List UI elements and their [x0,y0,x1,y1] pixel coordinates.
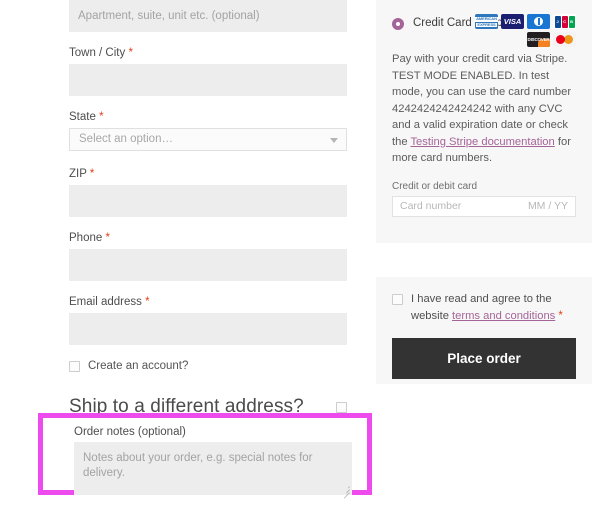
email-input[interactable] [69,313,347,345]
terms-checkbox[interactable] [392,294,403,305]
terms-agreement-row[interactable]: I have read and agree to the website ter… [392,291,576,324]
zip-label: ZIP * [69,168,95,180]
billing-form-column: Apartment, suite, unit etc. (optional) T… [69,0,347,419]
terms-and-conditions-link[interactable]: terms and conditions [452,310,555,322]
order-notes-label: Order notes (optional) [74,426,186,438]
email-field-group: Email address * [69,295,347,345]
email-required-mark: * [145,296,150,308]
accepted-cards-list: AMERICAN EXPRESS VISA JCB DISCOVER [472,14,576,47]
jcb-card-icon: JCB [553,14,576,29]
checkout-page: Apartment, suite, unit etc. (optional) T… [0,0,600,505]
apartment-input[interactable]: Apartment, suite, unit etc. (optional) [69,0,347,32]
terms-text: I have read and agree to the website ter… [411,291,576,324]
email-label: Email address * [69,296,150,308]
card-entry-group: Credit or debit card Card number MM / YY [392,181,576,217]
amex-card-icon: AMERICAN EXPRESS [475,14,498,29]
terms-required-mark: * [558,309,563,322]
diners-club-card-icon [527,14,550,29]
zip-field-group: ZIP * [69,167,347,217]
apartment-field-group: Apartment, suite, unit etc. (optional) [69,0,347,32]
card-expiry-placeholder: MM / YY [527,200,568,212]
order-notes-textarea[interactable]: Notes about your order, e.g. special not… [74,442,352,499]
create-account-checkbox[interactable] [69,360,80,372]
ship-different-address-checkbox[interactable] [336,401,347,413]
chevron-down-icon [330,138,338,143]
visa-card-icon: VISA [501,14,524,29]
card-number-placeholder: Card number [400,200,462,212]
place-order-button[interactable]: Place order [392,338,576,379]
order-notes-highlight-box: Order notes (optional) Notes about your … [38,413,372,499]
town-city-label: Town / City * [69,47,133,59]
discover-card-icon: DISCOVER [527,32,550,47]
town-city-input[interactable] [69,64,347,96]
payment-description-text-1: Pay with your credit card via Stripe. TE… [392,53,572,148]
town-city-field-group: Town / City * [69,46,347,96]
payment-description: Pay with your credit card via Stripe. TE… [392,51,576,167]
phone-input[interactable] [69,249,347,281]
phone-required-mark: * [105,232,110,244]
testing-stripe-documentation-link[interactable]: Testing Stripe documentation [410,136,554,148]
create-account-row[interactable]: Create an account? [69,359,347,373]
state-select-value: Select an option… [79,133,173,145]
state-required-mark: * [99,111,104,123]
town-city-required-mark: * [128,47,133,59]
phone-label: Phone * [69,232,110,244]
zip-input[interactable] [69,185,347,217]
state-label: State * [69,111,104,123]
payment-method-panel: Credit Card (Stripe) AMERICAN EXPRESS VIS… [376,0,592,243]
card-field-label: Credit or debit card [392,180,478,192]
create-account-label: Create an account? [88,360,189,372]
card-number-input[interactable]: Card number MM / YY [392,195,576,217]
order-notes-group: Order notes (optional) Notes about your … [74,426,352,499]
mastercard-card-icon [553,32,576,47]
resize-handle-icon[interactable] [341,485,350,499]
zip-required-mark: * [89,168,95,180]
state-select[interactable]: Select an option… [69,128,347,151]
phone-field-group: Phone * [69,231,347,281]
terms-and-order-panel: I have read and agree to the website ter… [376,277,592,384]
state-field-group: State * Select an option… [69,110,347,151]
credit-card-radio[interactable] [392,18,404,30]
